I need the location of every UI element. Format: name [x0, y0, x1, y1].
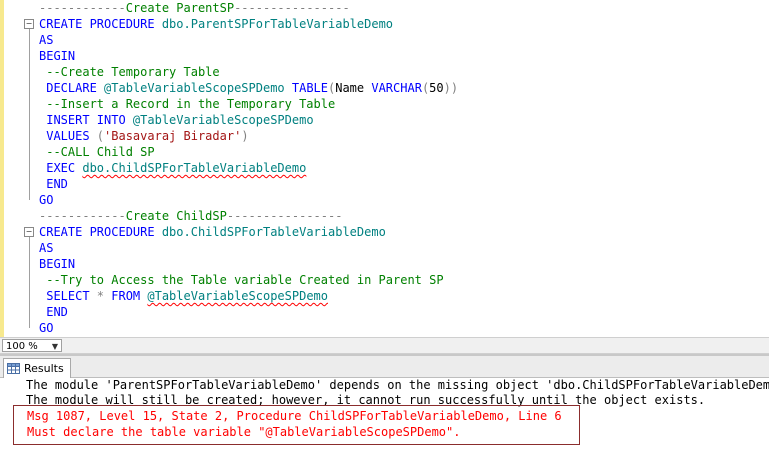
- code-token: 50: [429, 81, 444, 95]
- tab-results[interactable]: Results: [3, 358, 71, 378]
- code-token: FROM: [111, 289, 148, 303]
- code-line: --Insert a Record in the Temporary Table: [39, 96, 335, 112]
- collapse-toggle-icon[interactable]: −: [24, 19, 34, 29]
- code-token: Name: [335, 81, 372, 95]
- code-line: CREATE PROCEDURE dbo.ParentSPForTableVar…: [39, 16, 393, 32]
- error-highlight-box: [13, 405, 580, 445]
- tab-results-label: Results: [24, 362, 64, 375]
- code-token: ----------------: [234, 1, 350, 15]
- collapse-toggle-icon[interactable]: −: [24, 227, 34, 237]
- editor-status-bar: 100 % ▼: [0, 337, 769, 354]
- code-token: *: [96, 289, 112, 303]
- code-token: dbo.ChildSPForTableVariableDemo: [161, 225, 386, 239]
- code-token: END: [39, 177, 68, 191]
- code-token: VARCHAR: [371, 81, 422, 95]
- code-token: DECLARE: [39, 81, 105, 95]
- code-line: --Create Temporary Table: [39, 64, 220, 80]
- editor-gutter: [0, 0, 28, 337]
- code-line: END: [39, 304, 68, 320]
- code-token: ------------: [39, 1, 126, 15]
- code-token: CREATE PROCEDURE: [39, 225, 162, 239]
- code-token: GO: [39, 321, 54, 335]
- results-tab-bar: Results: [0, 356, 769, 378]
- code-line: ------------Create ParentSP-------------…: [39, 0, 350, 16]
- code-token: INSERT INTO: [39, 113, 133, 127]
- code-token: --Create Temporary Table: [39, 65, 220, 79]
- code-token: ): [241, 129, 249, 143]
- code-token: @TableVariableScopeSPDemo: [147, 289, 328, 303]
- code-line: VALUES ('Basavaraj Biradar'): [39, 128, 249, 144]
- code-token: dbo.ChildSPForTableVariableDemo: [82, 161, 307, 175]
- code-line: BEGIN: [39, 256, 75, 272]
- code-token: Create ChildSP: [125, 209, 227, 223]
- code-line: SELECT * FROM @TableVariableScopeSPDemo: [39, 288, 328, 304]
- zoom-dropdown[interactable]: 100 % ▼: [2, 339, 62, 352]
- code-token: --Try to Access the Table variable Creat…: [39, 273, 444, 287]
- code-token: @TableVariableScopeSPDemo: [132, 113, 314, 127]
- code-token: VALUES: [39, 129, 97, 143]
- code-line: --CALL Child SP: [39, 144, 155, 160]
- code-token: END: [39, 305, 68, 319]
- code-token: dbo.ParentSPForTableVariableDemo: [161, 17, 394, 31]
- code-token: ------------: [39, 209, 126, 223]
- code-token: BEGIN: [39, 49, 76, 63]
- code-token: (: [96, 129, 105, 143]
- zoom-value: 100 %: [6, 341, 38, 352]
- code-line: END: [39, 176, 68, 192]
- code-line: BEGIN: [39, 48, 75, 64]
- message-line: The module 'ParentSPForTableVariableDemo…: [26, 378, 769, 392]
- code-line: DECLARE @TableVariableScopeSPDemo TABLE(…: [39, 80, 458, 96]
- code-token: EXEC: [39, 161, 83, 175]
- code-token: BEGIN: [39, 257, 76, 271]
- code-token: )): [443, 81, 459, 95]
- chevron-down-icon: ▼: [51, 342, 58, 351]
- code-line: INSERT INTO @TableVariableScopeSPDemo: [39, 112, 314, 128]
- code-line: --Try to Access the Table variable Creat…: [39, 272, 444, 288]
- outline-guide: [29, 237, 30, 328]
- code-token: TABLE: [291, 81, 328, 95]
- code-token: @TableVariableScopeSPDemo: [104, 81, 292, 95]
- code-token: GO: [39, 193, 54, 207]
- code-line: CREATE PROCEDURE dbo.ChildSPForTableVari…: [39, 224, 386, 240]
- code-token: --CALL Child SP: [39, 145, 155, 159]
- code-token: SELECT: [39, 289, 97, 303]
- code-token: AS: [39, 33, 54, 47]
- code-line: AS: [39, 240, 53, 256]
- code-token: --Insert a Record in the Temporary Table: [39, 97, 336, 111]
- code-line: ------------Create ChildSP--------------…: [39, 208, 342, 224]
- code-line: GO: [39, 192, 53, 208]
- code-token: CREATE PROCEDURE: [39, 17, 162, 31]
- change-indicator: [0, 0, 4, 337]
- code-token: AS: [39, 241, 54, 255]
- grid-icon: [7, 363, 20, 374]
- code-token: Create ParentSP: [125, 1, 235, 15]
- code-line: EXEC dbo.ChildSPForTableVariableDemo: [39, 160, 306, 176]
- query-editor[interactable]: ------------Create ParentSP-------------…: [0, 0, 769, 337]
- code-token: 'Basavaraj Biradar': [104, 129, 242, 143]
- code-line: AS: [39, 32, 53, 48]
- outline-guide: [29, 29, 30, 200]
- code-line: GO: [39, 320, 53, 336]
- code-token: ----------------: [226, 209, 343, 223]
